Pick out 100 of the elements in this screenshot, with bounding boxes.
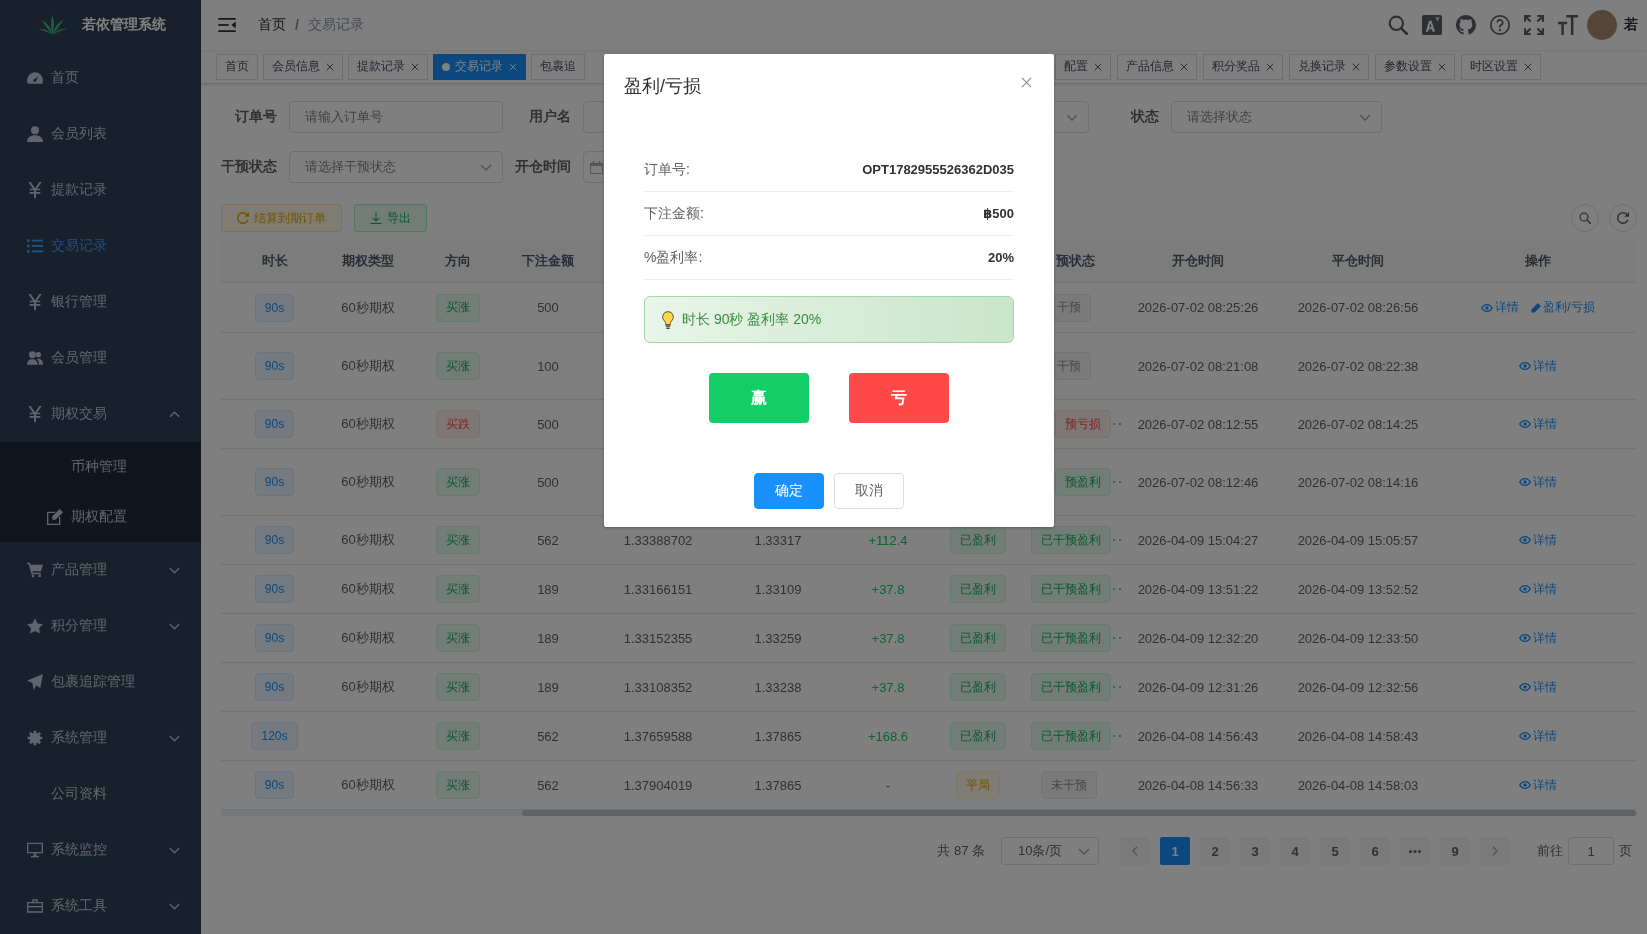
sidebar-item[interactable]: 期权配置: [0, 492, 201, 542]
sidebar-item[interactable]: 包裹追踪管理: [0, 654, 201, 710]
tab[interactable]: 产品信息: [1117, 53, 1197, 80]
tab[interactable]: 时区设置: [1461, 53, 1541, 80]
sidebar-item[interactable]: 系统工具: [0, 878, 201, 934]
status-tag: 已盈利: [950, 722, 1006, 750]
cancel-button[interactable]: 取消: [834, 473, 904, 509]
user-name[interactable]: 若: [1624, 16, 1638, 34]
details-link[interactable]: 详情: [1519, 629, 1557, 647]
input-field[interactable]: 请输入订单号: [289, 101, 503, 133]
breadcrumb-link[interactable]: 首页: [258, 16, 286, 34]
close-icon[interactable]: [1094, 62, 1102, 71]
details-link[interactable]: 详情: [1519, 776, 1557, 794]
direction-tag: 买涨: [436, 575, 480, 603]
search-button[interactable]: [1571, 204, 1599, 232]
details-link[interactable]: 详情: [1519, 415, 1557, 433]
sidebar-item[interactable]: 系统管理: [0, 710, 201, 766]
table-cell: 562: [537, 532, 559, 548]
search-icon[interactable]: [1388, 15, 1408, 35]
page-button[interactable]: 3: [1240, 837, 1270, 865]
sidebar-item[interactable]: 会员管理: [0, 330, 201, 386]
column-header: 期权类型: [342, 252, 394, 270]
tab[interactable]: 参数设置: [1375, 53, 1455, 80]
sidebar-item[interactable]: 币种管理: [0, 442, 201, 492]
tab[interactable]: 包裹追: [531, 53, 585, 80]
details-link[interactable]: 详情: [1519, 531, 1557, 549]
sidebar-item[interactable]: 银行管理: [0, 274, 201, 330]
table-cell: 1.33259: [754, 630, 802, 646]
table-cell: 562: [537, 728, 559, 744]
sidebar-item[interactable]: 公司资料: [0, 766, 201, 822]
close-icon[interactable]: [1438, 62, 1446, 71]
cat-logo-icon[interactable]: [1456, 15, 1476, 35]
field-label: 状态: [1129, 108, 1160, 126]
details-link[interactable]: 详情: [1519, 678, 1557, 696]
sidebar-item[interactable]: 首页: [0, 50, 201, 106]
duration-tag: 90s: [254, 575, 295, 603]
close-icon[interactable]: [326, 62, 334, 71]
close-icon[interactable]: [1180, 62, 1188, 71]
refresh-button[interactable]: [1609, 204, 1637, 232]
details-link[interactable]: 详情: [1481, 299, 1520, 316]
page-button[interactable]: 4: [1280, 837, 1310, 865]
select-field[interactable]: 请选择状态: [1171, 101, 1382, 133]
translate-icon[interactable]: [1422, 15, 1442, 35]
details-link[interactable]: 详情: [1519, 727, 1557, 745]
details-link[interactable]: 详情: [1519, 357, 1557, 375]
sidebar-item[interactable]: 交易记录: [0, 218, 201, 274]
details-link[interactable]: 详情: [1519, 580, 1557, 598]
sidebar-item[interactable]: 积分管理: [0, 598, 201, 654]
table-cell: 1.33108352: [623, 679, 693, 695]
table-cell: 2026-04-08 14:56:33: [1137, 777, 1259, 793]
tab[interactable]: 积分奖品: [1203, 53, 1283, 80]
field-value: 20%: [987, 250, 1014, 265]
page-size-select[interactable]: 10条/页: [1001, 837, 1099, 865]
win-button[interactable]: 赢: [709, 373, 809, 423]
tab[interactable]: 会员信息: [263, 53, 343, 80]
close-icon[interactable]: [411, 62, 419, 71]
sidebar-item[interactable]: 产品管理: [0, 542, 201, 598]
tab[interactable]: 交易记录: [433, 53, 526, 80]
confirm-button[interactable]: 确定: [754, 473, 824, 509]
page-button[interactable]: 5: [1320, 837, 1350, 865]
close-icon[interactable]: [1524, 62, 1532, 71]
sidebar-item[interactable]: 会员列表: [0, 106, 201, 162]
more-pages-button[interactable]: [1400, 837, 1430, 865]
lose-button[interactable]: 亏: [849, 373, 949, 423]
menu-icon[interactable]: [218, 18, 236, 32]
text-size-icon[interactable]: [1558, 15, 1578, 35]
close-icon[interactable]: [1021, 77, 1032, 88]
sidebar-item[interactable]: 系统监控: [0, 822, 201, 878]
export-button[interactable]: 导出: [354, 204, 427, 232]
chevron-right-icon: [1492, 846, 1498, 856]
page-button[interactable]: 1: [1160, 837, 1190, 865]
tab[interactable]: 兑换记录: [1289, 53, 1369, 80]
avatar[interactable]: [1587, 10, 1617, 40]
tab[interactable]: 提款记录: [348, 53, 428, 80]
help-icon[interactable]: [1490, 15, 1510, 35]
close-icon[interactable]: [1266, 62, 1274, 71]
table-cell: 2026-07-02 08:14:25: [1297, 416, 1419, 432]
fullscreen-icon[interactable]: [1524, 15, 1544, 35]
page-button[interactable]: 6: [1360, 837, 1390, 865]
scrollbar-thumb[interactable]: [522, 810, 1636, 816]
details-link[interactable]: 详情: [1519, 473, 1557, 491]
close-icon[interactable]: [1352, 62, 1360, 71]
tab[interactable]: 配置: [1055, 53, 1111, 80]
page-input[interactable]: 1: [1568, 837, 1614, 865]
select-field[interactable]: 请选择干预状态: [289, 151, 503, 183]
edit-link[interactable]: 盈利/亏损: [1531, 299, 1595, 316]
input-field[interactable]: [583, 101, 606, 133]
settle-orders-button[interactable]: 结算到期订单: [221, 204, 342, 232]
sidebar-item[interactable]: 提款记录: [0, 162, 201, 218]
direction-tag: 买涨: [436, 352, 480, 380]
sidebar-item[interactable]: 期权交易: [0, 386, 201, 442]
tab[interactable]: 首页: [216, 53, 258, 80]
page-button[interactable]: 2: [1200, 837, 1230, 865]
date-range-field[interactable]: [583, 151, 606, 183]
table-cell: 2026-04-08 14:56:43: [1137, 728, 1259, 744]
table-cell: 60秒期权: [341, 298, 395, 317]
table-cell: 1.33238: [754, 679, 802, 695]
duration-tag: 90s: [254, 352, 295, 380]
page-button[interactable]: 9: [1440, 837, 1470, 865]
table-cell: 2026-07-02 08:25:26: [1137, 300, 1259, 315]
